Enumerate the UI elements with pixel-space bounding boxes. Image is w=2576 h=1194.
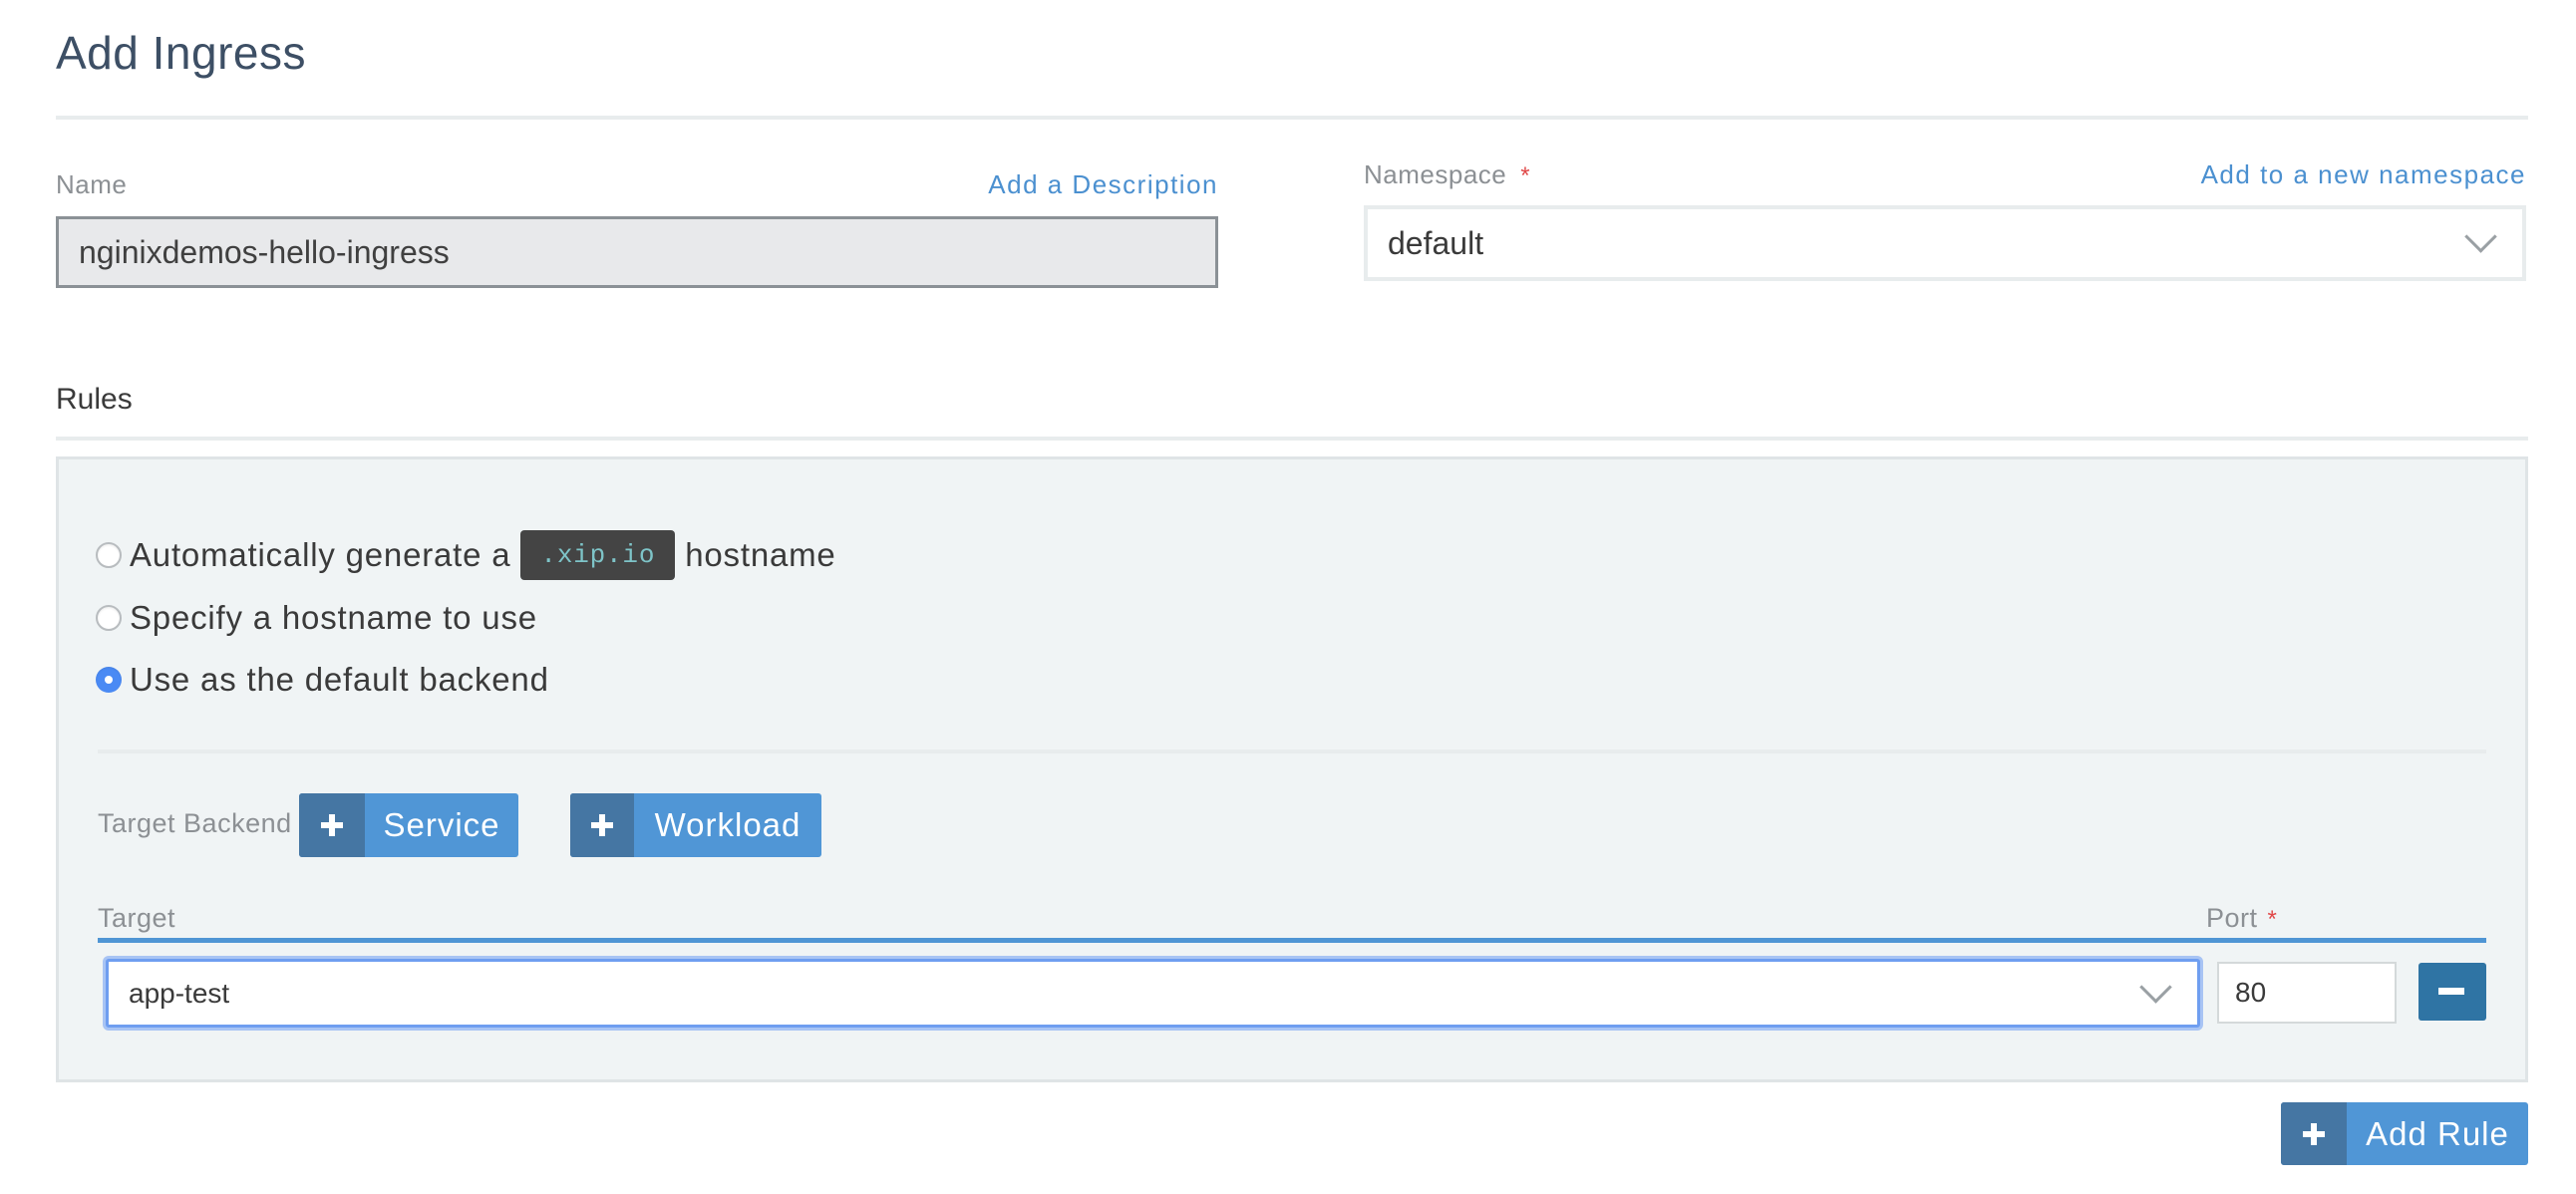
port-header-text: Port — [2206, 903, 2258, 933]
target-column-header: Target — [98, 903, 176, 933]
required-marker: * — [2267, 906, 2278, 933]
radio-auto-generate-hostname[interactable]: Automatically generate a .xip.io hostnam… — [96, 530, 836, 580]
add-rule-label: Add Rule — [2366, 1114, 2509, 1152]
radio-default-backend[interactable]: Use as the default backend — [96, 660, 549, 700]
radio-label: Specify a hostname to use — [130, 599, 537, 636]
plus-icon — [570, 793, 634, 857]
required-marker: * — [1520, 162, 1531, 189]
name-label: Name — [56, 169, 128, 199]
radio-button-checked[interactable] — [96, 667, 122, 693]
radio-specify-hostname[interactable]: Specify a hostname to use — [96, 598, 537, 638]
minus-icon — [2438, 988, 2464, 995]
port-input-value: 80 — [2235, 977, 2267, 1008]
add-rule-button[interactable]: Add Rule — [2281, 1102, 2528, 1165]
add-workload-label: Workload — [654, 806, 802, 843]
add-namespace-link[interactable]: Add to a new namespace — [2201, 159, 2526, 190]
add-service-button[interactable]: Service — [299, 793, 518, 857]
target-backend-label: Target Backend — [98, 808, 292, 838]
header-divider — [56, 116, 2528, 120]
panel-inner-divider — [98, 749, 2486, 753]
radio-button[interactable] — [96, 542, 122, 568]
rules-section-title: Rules — [56, 383, 133, 416]
radio-label: Use as the default backend — [130, 661, 549, 698]
radio-label: Automatically generate a — [130, 536, 511, 573]
namespace-select-value: default — [1388, 224, 1484, 261]
rules-divider — [56, 437, 2528, 441]
remove-row-button[interactable] — [2418, 963, 2486, 1021]
radio-label-suffix: hostname — [685, 536, 836, 573]
chevron-down-icon — [2139, 971, 2172, 1004]
radio-button[interactable] — [96, 605, 122, 631]
namespace-label: Namespace * — [1364, 159, 1530, 190]
namespace-label-text: Namespace — [1364, 159, 1507, 189]
target-select[interactable]: app-test — [106, 959, 2200, 1028]
namespace-select[interactable]: default — [1364, 205, 2526, 281]
name-input[interactable]: nginixdemos-hello-ingress — [56, 216, 1218, 288]
xip-io-code: .xip.io — [520, 530, 676, 580]
port-column-header: Port * — [2206, 903, 2277, 934]
add-service-label: Service — [383, 806, 500, 843]
name-input-value: nginixdemos-hello-ingress — [79, 233, 450, 270]
plus-icon — [299, 793, 365, 857]
add-workload-button[interactable]: Workload — [570, 793, 821, 857]
chevron-down-icon — [2464, 220, 2497, 253]
plus-icon — [2281, 1102, 2347, 1165]
target-select-value: app-test — [129, 977, 230, 1009]
page-title: Add Ingress — [56, 27, 306, 79]
table-header-bar — [98, 938, 2486, 943]
port-input[interactable]: 80 — [2217, 962, 2397, 1024]
add-description-link[interactable]: Add a Description — [988, 169, 1218, 200]
